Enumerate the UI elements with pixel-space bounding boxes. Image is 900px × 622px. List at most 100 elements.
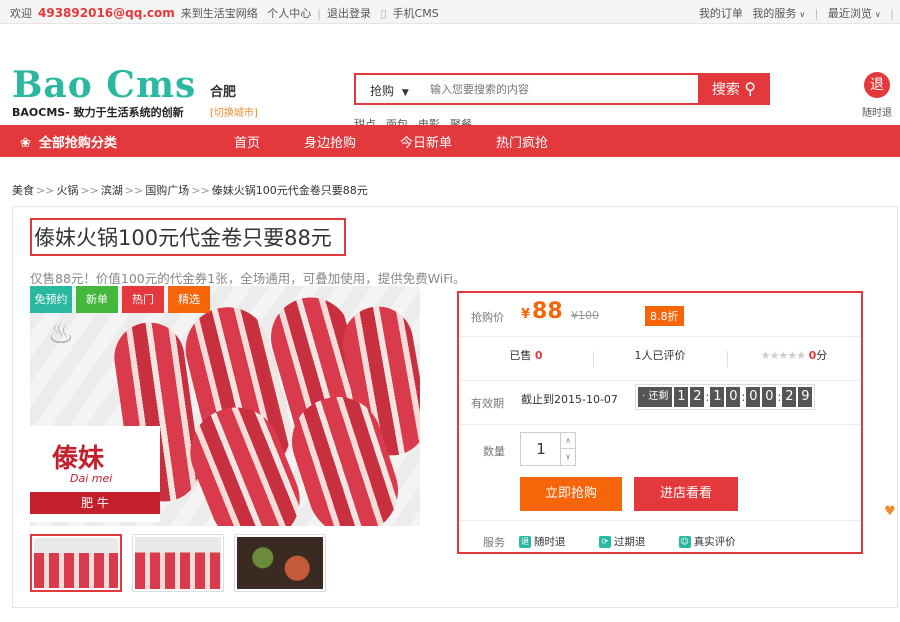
countdown-digit: 2 (690, 387, 705, 407)
breadcrumb-item[interactable]: 火锅 (56, 184, 78, 197)
hotpot-icon: ♨ (47, 316, 75, 351)
search-icon: ⚲ (744, 79, 757, 98)
thumbnail[interactable] (234, 534, 326, 592)
top-bar-right: 我的订单 我的服务 ∨ | 最近浏览 ∨ | (693, 5, 894, 21)
top-bar-left: 欢迎 493892016@qq.com 来到生活宝网络 个人中心 | 退出登录 ▯ 手机C… (10, 5, 445, 21)
thumbnail[interactable] (30, 534, 122, 592)
grid-icon: ❀ (20, 136, 31, 151)
countdown-digit: 1 (674, 387, 689, 407)
thumbnail-image (237, 537, 323, 589)
product-title-box: 傣妹火锅100元代金卷只要88元 (30, 218, 346, 256)
service-item: ⟳ 过期退 (598, 536, 646, 548)
sold-value: 0 (534, 349, 543, 362)
mobile-link[interactable]: 手机CMS (393, 7, 439, 20)
favorite-heart-icon[interactable]: ♥ (884, 504, 896, 519)
countdown-digit: 2 (782, 387, 797, 407)
refund-icon: 退 (864, 72, 890, 98)
breadcrumb-item[interactable]: 美食 (12, 184, 34, 197)
divider (459, 520, 861, 521)
logout-link[interactable]: 退出登录 (327, 7, 371, 20)
thumbnail[interactable] (132, 534, 224, 592)
refund-label: 随时退 (862, 108, 892, 119)
quantity-input[interactable]: 1 (521, 433, 561, 465)
countdown-label: · 还剩 (638, 387, 673, 407)
quantity-decrease-icon[interactable]: ∨ (560, 449, 575, 465)
breadcrumb-sep: >> (80, 184, 99, 197)
service-item-label: 过期退 (613, 536, 646, 548)
mobile-icon: ▯ (380, 7, 387, 20)
divider: | (890, 7, 894, 20)
expiry-label: 有效期 (471, 397, 504, 410)
stats-row: 已售 0 1人已评价 ★★★★★ 0分 (459, 337, 861, 381)
countdown-timer: · 还剩 1 2:1 0:0 0:2 9 (635, 384, 816, 410)
site-logo[interactable]: Bao Cms (12, 67, 196, 103)
rating-stars: ★★★★★ (760, 349, 806, 362)
rating-unit: 分 (816, 349, 828, 362)
brand-name-cn: 傣妹 (52, 444, 105, 474)
refund-anytime-badge[interactable]: 退 随时退 (862, 72, 892, 119)
search-button[interactable]: 搜索 ⚲ (698, 73, 770, 105)
welcome-text: 欢迎 (10, 7, 32, 20)
review-count[interactable]: 1人已评价 (593, 347, 727, 363)
my-services-link[interactable]: 我的服务 ∨ (752, 7, 805, 20)
search-input[interactable] (430, 79, 690, 99)
price-row: 抢购价 ¥88 ¥100 8.8折 (459, 293, 861, 337)
quantity-increase-icon[interactable]: ∧ (560, 433, 575, 449)
badge-no-reservation: 免预约 (30, 286, 72, 313)
service-item-label: 真实评价 (693, 536, 736, 548)
service-item-label: 随时退 (534, 536, 566, 548)
countdown-digit: 0 (726, 387, 741, 407)
service-item: ☺ 真实评价 (678, 536, 736, 548)
product-image[interactable]: 傣妹 Dai mei 肥 牛 (30, 286, 420, 526)
header: Bao Cms BAOCMS- 致力于生活系统的创新 合肥 [切换城市] 抢购 … (0, 24, 900, 131)
nav-item-home[interactable]: 首页 (234, 136, 260, 151)
currency-symbol: ¥ (521, 307, 531, 322)
chevron-down-icon: ∨ (874, 10, 881, 19)
current-city: 合肥 (210, 85, 237, 100)
badge-featured: 精选 (168, 286, 210, 313)
product-title: 傣妹火锅100元代金卷只要88元 (34, 226, 332, 250)
brand-name-en: Dai mei (70, 472, 113, 485)
caret-down-icon: ▼ (401, 88, 409, 98)
quantity-label: 数量 (483, 445, 505, 458)
brand-logo: 傣妹 Dai mei 肥 牛 (30, 426, 160, 522)
visit-store-button[interactable]: 进店看看 (634, 477, 738, 511)
recent-browse-label: 最近浏览 (827, 7, 872, 20)
user-center-link[interactable]: 个人中心 (267, 7, 311, 20)
breadcrumb: 美食 >> 火锅 >> 滨湖 >> 国购广场 >> 傣妹火锅100元代金卷只要88元 (12, 182, 368, 198)
sold-count: 已售 0 (459, 347, 593, 363)
nav-item-new[interactable]: 今日新单 (400, 136, 452, 151)
nav-item-nearby[interactable]: 身边抢购 (304, 136, 356, 151)
sold-label: 已售 (509, 349, 532, 362)
price-value: 88 (532, 299, 563, 324)
price-label: 抢购价 (471, 311, 504, 324)
nav-item-hot[interactable]: 热门疯抢 (496, 136, 548, 151)
thumbnail-image (135, 537, 221, 589)
rating: ★★★★★ 0分 (727, 347, 861, 363)
badge-new: 新单 (76, 286, 118, 313)
search-button-label: 搜索 (711, 82, 740, 98)
user-email[interactable]: 493892016@qq.com (38, 6, 175, 20)
breadcrumb-item[interactable]: 滨湖 (101, 184, 123, 197)
site-text: 来到生活宝网络 (180, 7, 258, 20)
thumbnail-image (34, 538, 118, 588)
brand-tag: 肥 牛 (30, 492, 160, 514)
divider: | (814, 7, 819, 20)
recent-browse-link[interactable]: 最近浏览 ∨ (828, 7, 881, 20)
breadcrumb-item[interactable]: 国购广场 (145, 184, 189, 197)
main-nav: ❀ 全部抢购分类 首页 身边抢购 今日新单 热门疯抢 (0, 125, 900, 157)
divider: | (317, 7, 321, 20)
original-price: ¥100 (571, 309, 599, 322)
buy-box: 抢购价 ¥88 ¥100 8.8折 已售 0 1人已评价 ★★★★★ 0分 有效… (457, 291, 863, 554)
buy-now-button[interactable]: 立即抢购 (520, 477, 622, 511)
discount-badge: 8.8折 (645, 306, 684, 326)
breadcrumb-current: 傣妹火锅100元代金卷只要88元 (211, 184, 368, 197)
my-orders-link[interactable]: 我的订单 (699, 7, 743, 20)
site-slogan: BAOCMS- 致力于生活系统的创新 (12, 106, 184, 119)
countdown-digit: 9 (798, 387, 813, 407)
refund-anytime-icon: 退 (519, 536, 531, 548)
all-categories-menu[interactable]: ❀ 全部抢购分类 (20, 132, 117, 151)
search-category-select[interactable]: 抢购 ▼ (370, 82, 409, 99)
switch-city-link[interactable]: [切换城市] (210, 104, 258, 119)
current-price: ¥88 (521, 299, 563, 324)
